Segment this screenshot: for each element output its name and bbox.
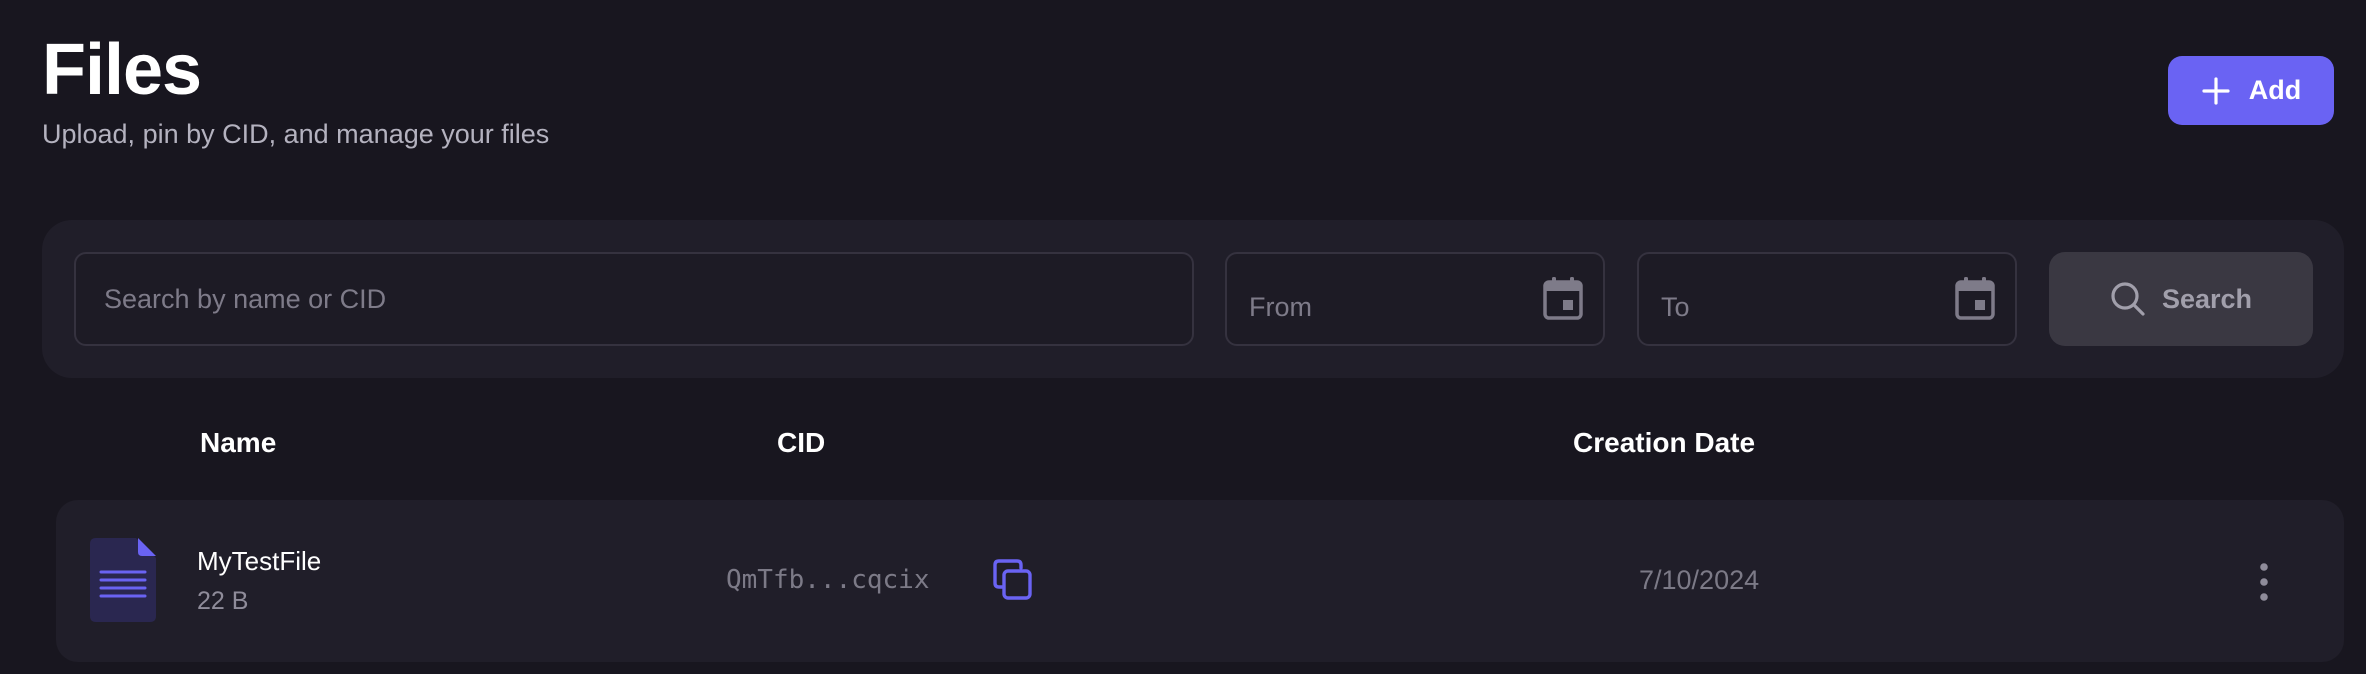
add-button[interactable]: Add	[2168, 56, 2334, 125]
date-from-placeholder: From	[1249, 291, 1312, 322]
column-header-cid[interactable]: CID	[777, 425, 825, 461]
copy-icon[interactable]	[992, 558, 1032, 600]
date-to-field[interactable]: To	[1637, 252, 2017, 346]
file-creation-date: 7/10/2024	[1639, 565, 1760, 595]
file-name[interactable]: MyTestFile	[197, 544, 321, 578]
column-header-creation-date[interactable]: Creation Date	[1573, 425, 1755, 461]
file-cid: QmTfb...cqcix	[726, 565, 930, 595]
page-subtitle: Upload, pin by CID, and manage your file…	[42, 119, 550, 149]
filter-bar: Search by name or CID From To Search	[42, 220, 2344, 378]
add-button-label: Add	[2248, 75, 2302, 105]
column-header-name[interactable]: Name	[200, 425, 276, 461]
calendar-icon[interactable]	[1543, 276, 1583, 320]
search-icon	[2111, 282, 2145, 316]
file-size: 22 B	[197, 587, 249, 615]
search-button[interactable]: Search	[2049, 252, 2313, 346]
date-from-field[interactable]: From	[1225, 252, 1605, 346]
table-row[interactable]: MyTestFile 22 B QmTfb...cqcix 7/10/2024	[56, 500, 2344, 662]
calendar-icon[interactable]	[1955, 276, 1995, 320]
page-title: Files	[42, 30, 202, 110]
search-input-placeholder: Search by name or CID	[104, 283, 387, 314]
search-button-label: Search	[2161, 283, 2253, 314]
date-to-placeholder: To	[1661, 291, 1690, 322]
search-input[interactable]: Search by name or CID	[74, 252, 1194, 346]
document-icon	[90, 538, 156, 622]
more-vertical-icon[interactable]	[2251, 560, 2277, 604]
plus-icon	[2202, 76, 2230, 105]
